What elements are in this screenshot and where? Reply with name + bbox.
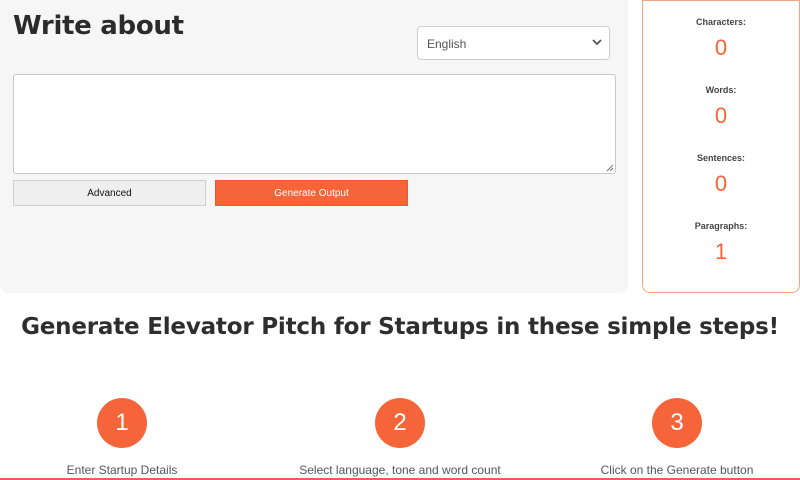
step-text: Select language, tone and word count: [299, 463, 501, 477]
step-number-badge: 3: [652, 398, 702, 448]
editor-panel: Write about English Advanced Generate Ou…: [0, 0, 628, 293]
stats-panel: Characters: 0 Words: 0 Sentences: 0 Para…: [642, 0, 800, 293]
language-select[interactable]: English: [417, 26, 610, 60]
stat-label: Words:: [705, 85, 737, 95]
step-number-badge: 1: [97, 398, 147, 448]
stat-value: 1: [714, 239, 728, 264]
stat-paragraphs: Paragraphs: 1: [643, 221, 799, 265]
step-item: 2 Select language, tone and word count: [270, 398, 530, 477]
step-text: Click on the Generate button: [600, 463, 754, 477]
step-item: 3 Click on the Generate button: [547, 398, 800, 477]
language-select-value: English: [427, 37, 467, 51]
advanced-button[interactable]: Advanced: [13, 180, 206, 206]
topic-textarea[interactable]: [13, 74, 616, 174]
step-text: Enter Startup Details: [66, 463, 178, 477]
generate-output-button[interactable]: Generate Output: [215, 180, 408, 206]
stat-value: 0: [714, 171, 728, 196]
resize-grip-icon[interactable]: [606, 164, 614, 172]
steps-heading: Generate Elevator Pitch for Startups in …: [21, 314, 779, 340]
stat-value: 0: [714, 103, 728, 128]
stat-label: Paragraphs:: [694, 221, 748, 231]
stat-value: 0: [714, 35, 728, 60]
stat-label: Sentences:: [696, 153, 746, 163]
stat-characters: Characters: 0: [643, 17, 799, 61]
stat-words: Words: 0: [643, 85, 799, 129]
step-item: 1 Enter Startup Details: [0, 398, 252, 477]
chevron-down-icon: [592, 39, 602, 46]
page-title: Write about: [13, 11, 184, 41]
stat-sentences: Sentences: 0: [643, 153, 799, 197]
stat-label: Characters:: [695, 17, 747, 27]
step-number-badge: 2: [375, 398, 425, 448]
